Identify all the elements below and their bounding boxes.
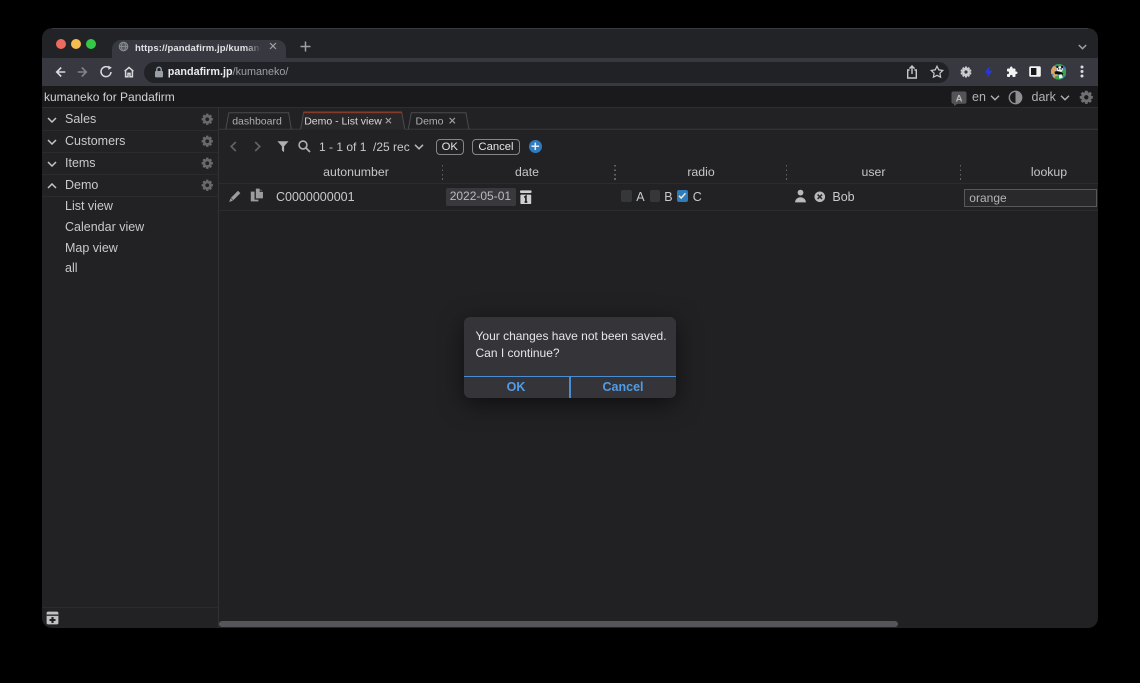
svg-text:A: A — [956, 93, 963, 104]
svg-text:dashboard: dashboard — [232, 116, 282, 128]
svg-text:Demo - List view: Demo - List view — [304, 116, 382, 128]
svg-text:Demo: Demo — [415, 116, 443, 128]
